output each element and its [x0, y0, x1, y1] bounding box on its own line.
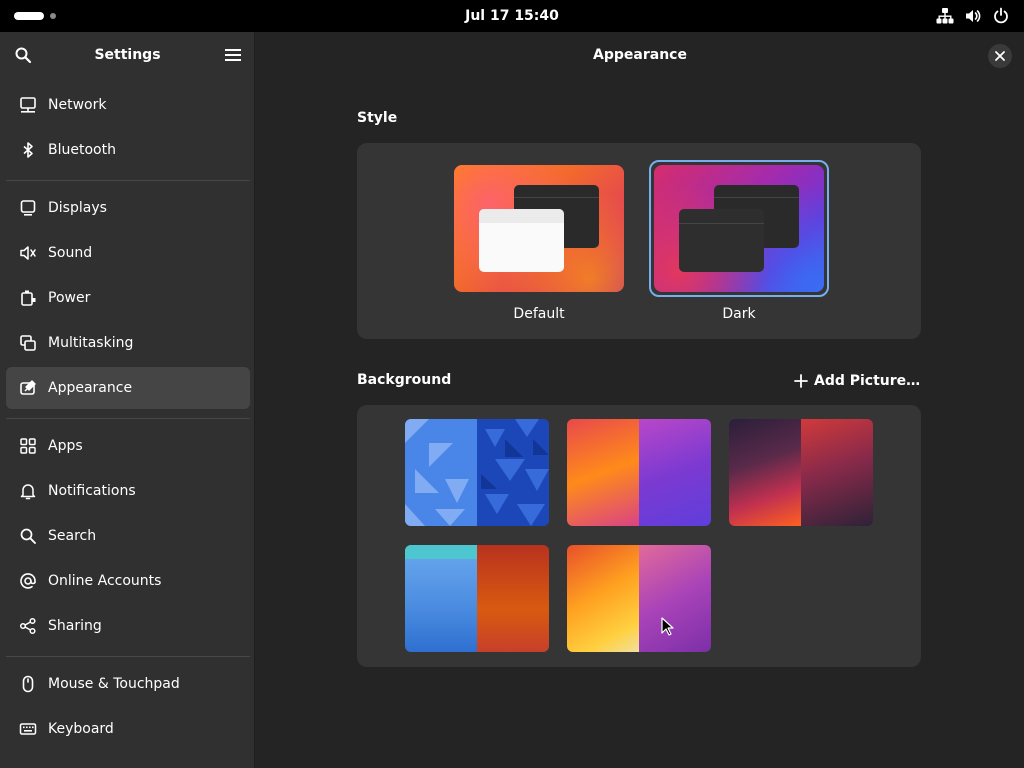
- add-picture-label: Add Picture…: [814, 373, 921, 389]
- sidebar-item-sharing[interactable]: Sharing: [6, 605, 250, 647]
- search-icon: [20, 528, 36, 544]
- keyboard-icon: [19, 723, 37, 735]
- share-icon: [19, 617, 36, 635]
- main-content: Appearance Style Default Dark Background…: [256, 32, 1024, 768]
- apps-grid-icon: [20, 438, 36, 454]
- light-window-preview: [479, 209, 564, 272]
- add-picture-button[interactable]: Add Picture…: [794, 370, 920, 392]
- wallpaper-orange-magenta-waves[interactable]: [567, 419, 711, 526]
- sidebar-item-label: Online Accounts: [48, 573, 162, 589]
- hamburger-menu-icon: [225, 49, 241, 61]
- clock[interactable]: Jul 17 15:40: [0, 0, 1024, 32]
- sidebar-item-apps[interactable]: Apps: [6, 425, 250, 467]
- sidebar-item-label: Bluetooth: [48, 142, 116, 158]
- sidebar-header: Settings: [0, 32, 255, 78]
- sidebar: Settings Network Bluetooth Displays Soun…: [0, 32, 255, 768]
- wallpaper-dark-red-contours[interactable]: [729, 419, 873, 526]
- sidebar-item-label: Power: [48, 290, 91, 306]
- speaker-icon: [20, 246, 36, 260]
- sidebar-item-online-accounts[interactable]: Online Accounts: [6, 560, 250, 602]
- wallpaper-blue-orange-drips[interactable]: [405, 545, 549, 652]
- sidebar-item-mouse-touchpad[interactable]: Mouse & Touchpad: [6, 663, 250, 705]
- sidebar-item-label: Multitasking: [48, 335, 134, 351]
- sidebar-item-label: Sound: [48, 245, 93, 261]
- style-option-default[interactable]: [454, 165, 624, 292]
- page-title: Appearance: [593, 47, 687, 63]
- dark-window-preview-front: [679, 209, 764, 272]
- system-tray[interactable]: [936, 7, 1010, 25]
- background-heading: Background: [357, 372, 452, 388]
- sidebar-item-bluetooth[interactable]: Bluetooth: [6, 129, 250, 171]
- network-wired-icon[interactable]: [936, 7, 954, 25]
- sidebar-item-label: Notifications: [48, 483, 136, 499]
- style-option-dark[interactable]: [654, 165, 824, 292]
- close-button[interactable]: [988, 44, 1012, 68]
- display-icon: [20, 200, 36, 216]
- power-icon[interactable]: [992, 7, 1010, 25]
- sidebar-title: Settings: [94, 47, 161, 63]
- sidebar-item-network[interactable]: Network: [6, 84, 250, 126]
- sidebar-item-notifications[interactable]: Notifications: [6, 470, 250, 512]
- background-card: [357, 405, 921, 667]
- sidebar-separator: [6, 656, 250, 657]
- close-icon: [995, 51, 1005, 61]
- multitasking-icon: [20, 335, 36, 351]
- sidebar-item-search[interactable]: Search: [6, 515, 250, 557]
- sidebar-item-label: Keyboard: [48, 721, 114, 737]
- sidebar-separator: [6, 180, 250, 181]
- sidebar-item-label: Network: [48, 97, 107, 113]
- top-bar: Jul 17 15:40: [0, 0, 1024, 32]
- sidebar-item-label: Sharing: [48, 618, 102, 634]
- network-icon: [20, 97, 36, 113]
- style-card: Default Dark: [357, 143, 921, 339]
- sidebar-item-appearance[interactable]: Appearance: [6, 367, 250, 409]
- sidebar-item-label: Apps: [48, 438, 83, 454]
- wallpaper-yellow-purple-fold[interactable]: [567, 545, 711, 652]
- wallpaper-blue-triangles-art: [405, 419, 549, 526]
- sidebar-item-label: Displays: [48, 200, 107, 216]
- sidebar-item-sound[interactable]: Sound: [6, 232, 250, 274]
- sidebar-item-keyboard[interactable]: Keyboard: [6, 708, 250, 750]
- sidebar-item-power[interactable]: Power: [6, 277, 250, 319]
- main-menu-button[interactable]: [221, 43, 245, 67]
- sidebar-item-label: Search: [48, 528, 97, 544]
- style-option-label: Dark: [722, 306, 756, 322]
- style-option-label: Default: [513, 306, 565, 322]
- sidebar-item-label: Appearance: [48, 380, 133, 396]
- plus-icon: [794, 374, 808, 388]
- at-sign-icon: [20, 573, 36, 589]
- appearance-icon: [20, 380, 36, 395]
- battery-icon: [21, 290, 36, 306]
- wallpaper-blue-triangles[interactable]: [405, 419, 549, 526]
- bell-icon: [20, 484, 36, 500]
- mouse-icon: [22, 675, 34, 693]
- mouse-pointer-icon: [661, 617, 674, 636]
- style-heading: Style: [357, 110, 398, 126]
- sidebar-separator: [6, 418, 250, 419]
- bluetooth-icon: [23, 142, 33, 158]
- sidebar-item-multitasking[interactable]: Multitasking: [6, 322, 250, 364]
- volume-icon[interactable]: [964, 7, 982, 25]
- sidebar-item-label: Mouse & Touchpad: [48, 676, 180, 692]
- sidebar-item-displays[interactable]: Displays: [6, 187, 250, 229]
